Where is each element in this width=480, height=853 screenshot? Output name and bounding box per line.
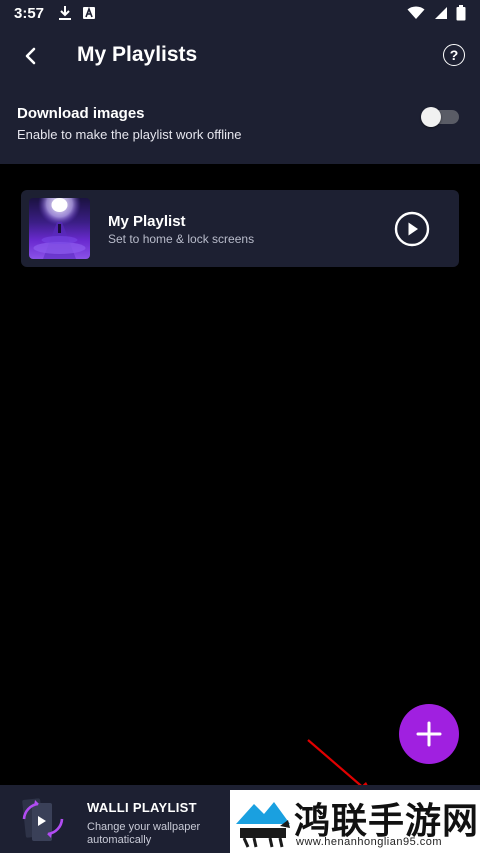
back-button[interactable] [16, 42, 44, 70]
notification-a-icon [83, 6, 96, 19]
playlist-thumbnail [29, 198, 90, 259]
playlist-card[interactable]: My Playlist Set to home & lock screens [21, 190, 459, 267]
download-images-title: Download images [17, 105, 145, 122]
wifi-icon [407, 6, 425, 19]
playlist-subtitle: Set to home & lock screens [108, 232, 255, 246]
download-icon [59, 6, 72, 20]
watermark-url: www.henanhonglian95.com [296, 836, 443, 848]
toggle-knob [421, 107, 441, 127]
status-time: 3:57 [14, 4, 45, 22]
playlist-title: My Playlist [108, 213, 186, 230]
play-playlist-button[interactable] [394, 211, 430, 247]
playlist-thumbnail-art [29, 198, 90, 259]
screen: 3:57 My Playlists ? Download images Enab… [0, 0, 480, 853]
download-images-subtitle: Enable to make the playlist work offline [17, 127, 242, 142]
battery-icon [456, 5, 466, 21]
help-circle-icon: ? [449, 47, 459, 63]
app-header: My Playlists ? Download images Enable to… [0, 26, 480, 164]
status-bar: 3:57 [0, 0, 480, 26]
playlist-cycle-icon [14, 793, 68, 845]
page-title: My Playlists [77, 43, 198, 66]
watermark-logo [234, 794, 292, 849]
banner-title: WALLI PLAYLIST [87, 800, 197, 815]
download-images-toggle[interactable] [421, 107, 459, 127]
banner-subtitle: Change your wallpaper automatically [87, 821, 201, 846]
add-playlist-button[interactable] [399, 704, 459, 764]
help-button[interactable]: ? [443, 44, 465, 66]
chevron-left-icon [25, 47, 36, 65]
play-circle-icon [394, 211, 430, 247]
watermark: 鸿联手游网 www.henanhonglian95.com [230, 790, 480, 853]
plus-icon [416, 721, 442, 747]
status-left-icons [58, 5, 96, 21]
signal-icon [435, 7, 447, 19]
status-right-icons [407, 5, 466, 21]
